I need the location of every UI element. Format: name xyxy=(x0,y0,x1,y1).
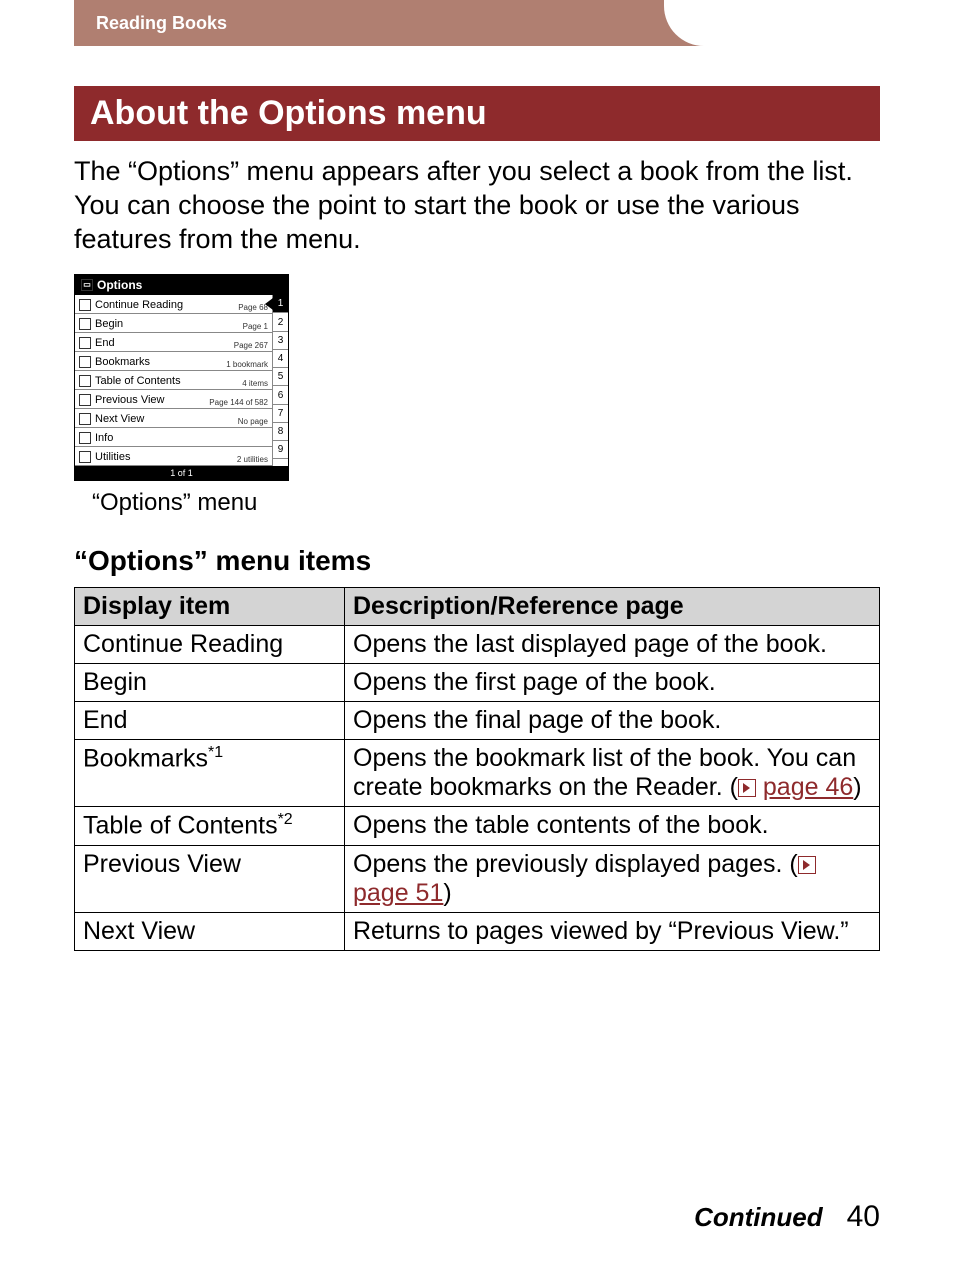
row-number: 9 xyxy=(273,441,288,459)
row-label: Previous View xyxy=(95,394,165,406)
table-row: BeginOpens the first page of the book. xyxy=(75,664,880,702)
row-number: 3 xyxy=(273,332,288,350)
row-number: 8 xyxy=(273,423,288,441)
screenshot-row: Begin Page 1 xyxy=(75,314,272,333)
section-label: Reading Books xyxy=(96,13,227,34)
row-number: 7 xyxy=(273,405,288,423)
row-sublabel: 1 bookmark xyxy=(226,360,268,369)
screenshot-title-bar: ▭ Options xyxy=(75,275,288,295)
row-sublabel: No page xyxy=(238,417,268,426)
options-table: Display item Description/Reference page … xyxy=(74,587,880,950)
row-number: 2 xyxy=(273,313,288,331)
table-row: EndOpens the final page of the book. xyxy=(75,702,880,740)
table-cell-desc: Opens the previously displayed pages. ( … xyxy=(345,845,880,912)
row-icon xyxy=(79,394,91,406)
book-icon: ▭ xyxy=(81,279,93,291)
table-cell-item: Next View xyxy=(75,912,345,950)
table-cell-desc: Opens the bookmark list of the book. You… xyxy=(345,740,880,807)
row-sublabel: Page 68 xyxy=(238,303,268,312)
row-number: 4 xyxy=(273,350,288,368)
table-row: Previous ViewOpens the previously displa… xyxy=(75,845,880,912)
row-icon xyxy=(79,432,91,444)
row-label: Begin xyxy=(95,318,123,330)
table-cell-item: Table of Contents*2 xyxy=(75,807,345,845)
row-label: Utilities xyxy=(95,451,130,463)
superscript: *2 xyxy=(278,811,293,828)
screenshot-footer: 1 of 1 xyxy=(75,466,288,480)
page-link[interactable]: page 46 xyxy=(763,773,853,801)
table-row: Next ViewReturns to pages viewed by “Pre… xyxy=(75,912,880,950)
screenshot-row: Bookmarks 1 bookmark xyxy=(75,352,272,371)
screenshot-caption: “Options” menu xyxy=(92,489,880,517)
row-sublabel: 4 items xyxy=(242,379,268,388)
row-sublabel: Page 267 xyxy=(234,341,268,350)
table-row: Continue ReadingOpens the last displayed… xyxy=(75,626,880,664)
row-icon xyxy=(79,356,91,368)
table-cell-item: Bookmarks*1 xyxy=(75,740,345,807)
row-sublabel: Page 1 xyxy=(243,322,268,331)
table-row: Bookmarks*1Opens the bookmark list of th… xyxy=(75,740,880,807)
page-link[interactable]: page 51 xyxy=(353,879,443,907)
table-header-desc: Description/Reference page xyxy=(345,588,880,626)
screenshot-title: Options xyxy=(97,278,142,292)
row-number: 6 xyxy=(273,386,288,404)
table-cell-desc: Opens the first page of the book. xyxy=(345,664,880,702)
intro-text: The “Options” menu appears after you sel… xyxy=(74,155,880,256)
row-icon xyxy=(79,299,91,311)
screenshot-row: Previous View Page 144 of 582 xyxy=(75,390,272,409)
screenshot-row: Next View No page xyxy=(75,409,272,428)
continued-label: Continued xyxy=(694,1202,823,1233)
row-sublabel: Page 144 of 582 xyxy=(209,398,268,407)
row-icon xyxy=(79,318,91,330)
screenshot-row: Info xyxy=(75,428,272,447)
reference-icon xyxy=(738,779,756,797)
table-header-item: Display item xyxy=(75,588,345,626)
table-cell-desc: Opens the table contents of the book. xyxy=(345,807,880,845)
row-label: Next View xyxy=(95,413,144,425)
row-label: Table of Contents xyxy=(95,375,181,387)
page-title: About the Options menu xyxy=(74,86,880,141)
row-label: Continue Reading xyxy=(95,299,183,311)
table-cell-item: Begin xyxy=(75,664,345,702)
reference-icon xyxy=(798,856,816,874)
row-icon xyxy=(79,413,91,425)
row-number: 5 xyxy=(273,368,288,386)
table-cell-desc: Opens the last displayed page of the boo… xyxy=(345,626,880,664)
section-tab: Reading Books xyxy=(74,0,954,46)
options-menu-screenshot: ▭ Options Continue Reading Page 68 Begin Pa… xyxy=(74,274,289,481)
table-cell-desc: Opens the final page of the book. xyxy=(345,702,880,740)
screenshot-row: Table of Contents 4 items xyxy=(75,371,272,390)
table-cell-desc: Returns to pages viewed by “Previous Vie… xyxy=(345,912,880,950)
row-icon xyxy=(79,375,91,387)
superscript: *1 xyxy=(208,744,223,761)
row-icon xyxy=(79,451,91,463)
row-label: Info xyxy=(95,432,113,444)
table-row: Table of Contents*2Opens the table conte… xyxy=(75,807,880,845)
table-cell-item: Previous View xyxy=(75,845,345,912)
page-footer: Continued 40 xyxy=(694,1200,880,1234)
row-sublabel: 2 utilities xyxy=(237,455,268,464)
table-cell-item: Continue Reading xyxy=(75,626,345,664)
row-label: Bookmarks xyxy=(95,356,150,368)
screenshot-row: End Page 267 xyxy=(75,333,272,352)
subheading: “Options” menu items xyxy=(74,545,880,577)
screenshot-row: Continue Reading Page 68 xyxy=(75,295,272,314)
row-icon xyxy=(79,337,91,349)
row-label: End xyxy=(95,337,115,349)
page-number: 40 xyxy=(847,1200,880,1234)
table-cell-item: End xyxy=(75,702,345,740)
row-number: 1 xyxy=(273,295,288,313)
screenshot-row: Utilities 2 utilities xyxy=(75,447,272,466)
